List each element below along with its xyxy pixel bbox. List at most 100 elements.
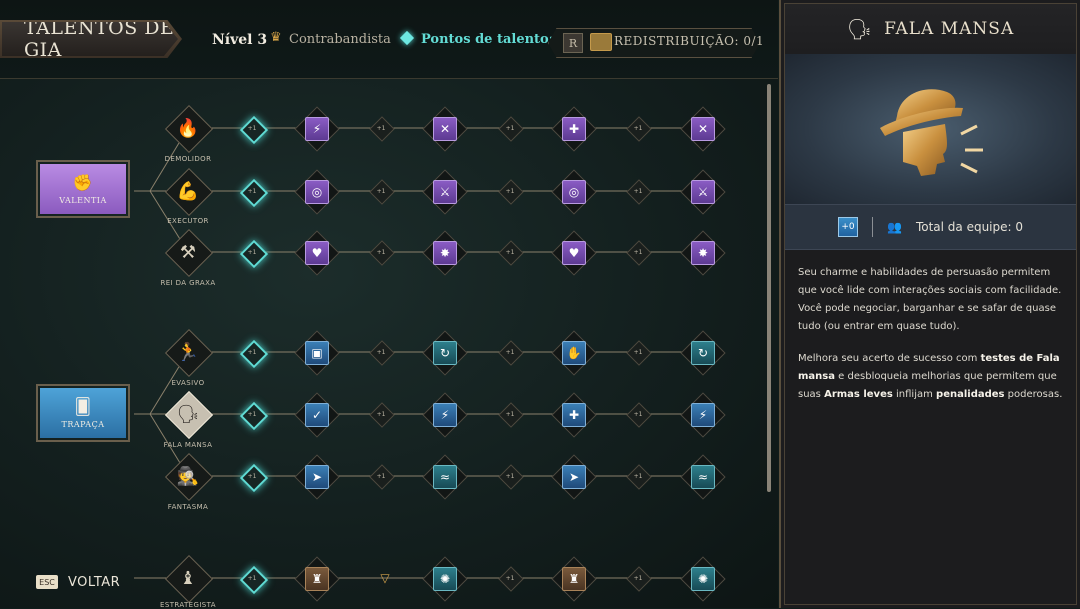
arrows-icon[interactable]: ➤ — [305, 465, 329, 489]
desc-highlight: Armas leves — [824, 389, 893, 400]
talent-label-evasivo: EVASIVO — [171, 379, 205, 387]
card-plus-icon[interactable]: ✚ — [562, 403, 586, 427]
team-icon: 👥 — [886, 220, 902, 234]
card-bolt-icon[interactable]: ⚡ — [433, 403, 457, 427]
slash-icon[interactable]: ⚔ — [691, 180, 715, 204]
panel-header: 🗣 FALA MANSA — [785, 4, 1076, 54]
chess-piece-icon: ♝ — [179, 567, 197, 589]
scroll-check-icon[interactable]: ✓ — [305, 403, 329, 427]
plus-label: +1 — [247, 411, 257, 418]
swirl-icon[interactable]: ≈ — [433, 465, 457, 489]
plus-label: +1 — [247, 188, 257, 195]
gauntlet-icon[interactable]: ✋ — [562, 341, 586, 365]
vortex-icon[interactable]: ✺ — [433, 567, 457, 591]
plus-label: +1 — [633, 349, 643, 356]
card-bolt-icon[interactable]: ⚡ — [691, 403, 715, 427]
talent-tree: ✊ VALENTIA 🂠 TRAPAÇA 🔥 DEMOLIDOR 💪 EXECU… — [0, 78, 778, 609]
plus-label: +1 — [505, 473, 515, 480]
backpack-icon[interactable]: ▣ — [305, 341, 329, 365]
talker-head-illustration — [880, 89, 983, 176]
team-total-text: Total da equipe: 0 — [915, 220, 1023, 234]
category-label-trapaca: TRAPAÇA — [61, 419, 105, 429]
page-title: TALENTOS DE GIA — [2, 22, 178, 56]
category-valentia[interactable]: ✊ VALENTIA — [36, 160, 130, 218]
talent-label-executor: EXECUTOR — [167, 217, 209, 225]
target-icon[interactable]: ◎ — [562, 180, 586, 204]
plus-label: +1 — [376, 411, 386, 418]
detail-title: FALA MANSA — [884, 19, 1015, 39]
plus-label: +1 — [247, 125, 257, 132]
plus-label: +1 — [633, 125, 643, 132]
burst-icon[interactable]: ✸ — [691, 241, 715, 265]
description-paragraph-2: Melhora seu acerto de sucesso com testes… — [798, 350, 1064, 404]
desc-text: poderosas. — [1004, 389, 1063, 400]
smooth-talker-icon: 🗣 — [846, 17, 873, 41]
tools-icon: ⚒ — [179, 241, 197, 263]
crit-icon[interactable]: ✕ — [433, 117, 457, 141]
plus-label: +1 — [633, 411, 643, 418]
vortex-icon[interactable]: ✺ — [691, 567, 715, 591]
plus-label: +1 — [376, 349, 386, 356]
class-name: Contrabandista — [289, 32, 391, 47]
dodge-icon[interactable]: ↻ — [433, 341, 457, 365]
level-text: Nível 3 — [212, 32, 268, 48]
desc-text: inflijam — [892, 389, 937, 400]
smooth-talker-icon: 🗣 — [176, 403, 200, 425]
burst-icon[interactable]: ✸ — [433, 241, 457, 265]
plus-label: +1 — [376, 125, 386, 132]
team-total-bar: +0 👥 Total da equipe: 0 — [785, 204, 1076, 250]
flex-arm-icon: 💪 — [176, 180, 200, 202]
plus-label: +1 — [505, 349, 515, 356]
category-trapaca[interactable]: 🂠 TRAPAÇA — [36, 384, 130, 442]
fortress-icon[interactable]: ♜ — [562, 567, 586, 591]
desc-highlight: penalidades — [936, 389, 1005, 400]
fist-icon: ✊ — [72, 172, 94, 192]
talent-label-demolidor: DEMOLIDOR — [164, 155, 212, 163]
chest-icon — [590, 33, 612, 51]
heart-spark-icon[interactable]: ♥ — [562, 241, 586, 265]
crown-icon: ♛ — [270, 30, 282, 45]
crit-icon[interactable]: ✕ — [691, 117, 715, 141]
plus-label: +1 — [505, 188, 515, 195]
panel-frame: 🗣 FALA MANSA +0 👥 Total da equipe: 0 Seu… — [784, 3, 1077, 605]
flame-icon: 🔥 — [176, 117, 200, 139]
title-plate: TALENTOS DE GIA — [0, 20, 182, 58]
triangle-icon[interactable]: ▽ — [375, 571, 395, 585]
plus-label: +1 — [247, 575, 257, 582]
plus-label: +1 — [505, 575, 515, 582]
plus-label: +1 — [633, 188, 643, 195]
talent-label-rei-da-graxa: REI DA GRAXA — [160, 279, 216, 287]
talent-detail-panel: 🗣 FALA MANSA +0 👥 Total da equipe: 0 Seu… — [779, 0, 1080, 608]
tree-connector-lines — [134, 127, 708, 579]
plus-label: +1 — [633, 249, 643, 256]
scroll-icon[interactable]: ⚡ — [305, 117, 329, 141]
plus-label: +1 — [505, 249, 515, 256]
category-label-valentia: VALENTIA — [59, 195, 107, 205]
desc-text: Melhora seu acerto de sucesso com — [798, 353, 981, 364]
slash-icon[interactable]: ⚔ — [433, 180, 457, 204]
description-paragraph-1: Seu charme e habilidades de persuasão pe… — [798, 267, 1062, 332]
talent-label-fala-mansa: FALA MANSA — [163, 441, 213, 449]
target-icon[interactable]: ◎ — [305, 180, 329, 204]
plus-label: +1 — [376, 473, 386, 480]
plus-label: +1 — [247, 473, 257, 480]
dodge-icon[interactable]: ↻ — [691, 341, 715, 365]
fortress-icon[interactable]: ♜ — [305, 567, 329, 591]
plus-label: +1 — [247, 249, 257, 256]
cards-icon: 🂠 — [74, 396, 92, 416]
plus-label: +1 — [376, 188, 386, 195]
swirl-icon[interactable]: ≈ — [691, 465, 715, 489]
back-button[interactable]: VOLTAR — [68, 575, 120, 590]
talent-illustration — [785, 54, 1076, 204]
talent-label-fantasma: FANTASMA — [167, 503, 209, 511]
skill-badge-icon: +0 — [837, 217, 858, 237]
plus-label: +1 — [247, 349, 257, 356]
plus-label: +1 — [505, 125, 515, 132]
arrows-plus-icon[interactable]: ➤ — [562, 465, 586, 489]
redistribute-label: REDISTRIBUIÇÃO: 0/1 — [614, 34, 765, 48]
scrollbar[interactable] — [767, 84, 771, 492]
heart-plus-icon[interactable]: ♥ — [305, 241, 329, 265]
plus-label: +1 — [376, 249, 386, 256]
ghost-icon: 🕵 — [176, 465, 200, 487]
scroll-plus-icon[interactable]: ✚ — [562, 117, 586, 141]
